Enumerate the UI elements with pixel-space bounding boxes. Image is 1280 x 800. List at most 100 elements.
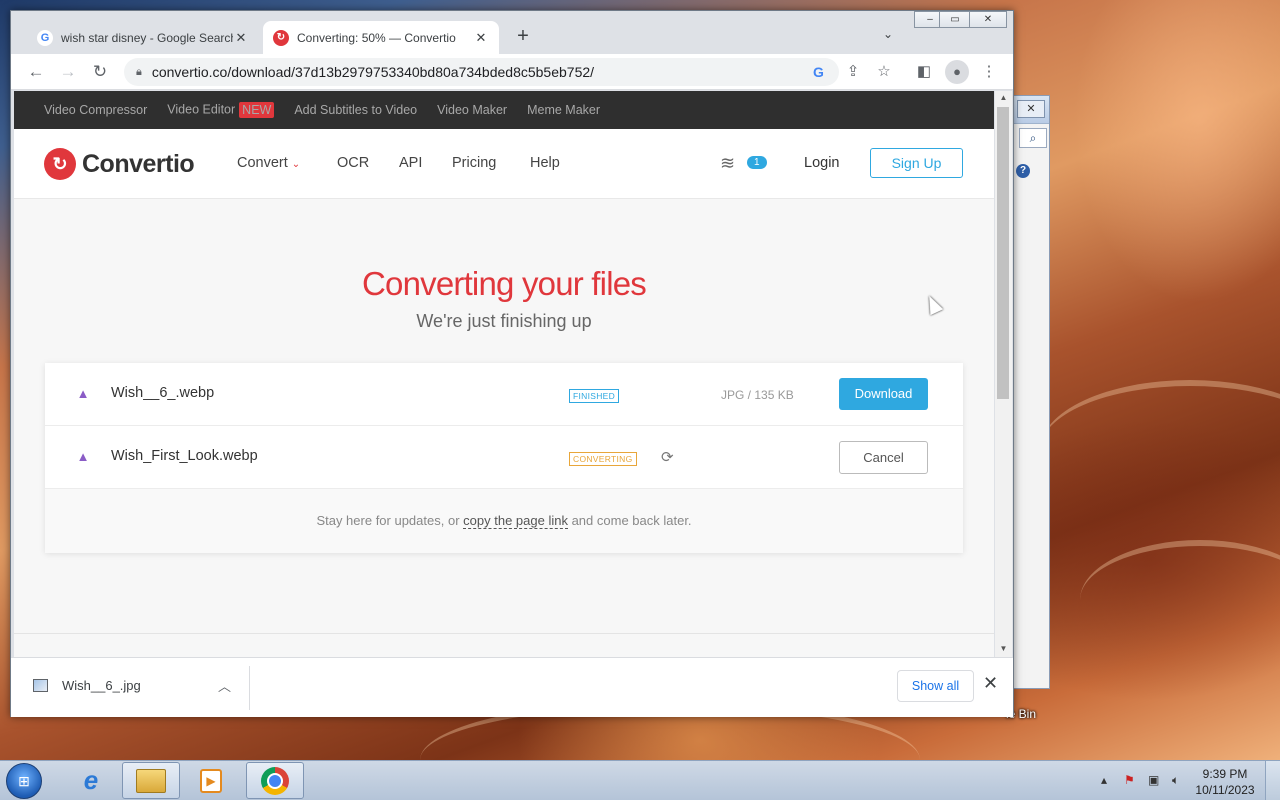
topbar-link-label: Video Editor xyxy=(167,102,236,117)
back-arrow-icon[interactable]: ← xyxy=(24,60,48,84)
volume-muted-icon[interactable]: 🔈︎ xyxy=(1172,773,1179,788)
layers-stack-icon[interactable]: ≋ xyxy=(720,153,735,174)
image-file-icon xyxy=(33,679,48,692)
nav-pricing[interactable]: Pricing xyxy=(452,155,496,171)
divider xyxy=(249,666,250,710)
section-divider xyxy=(14,633,994,634)
network-icon[interactable]: ▣ xyxy=(1148,773,1159,787)
image-file-icon: ▲ xyxy=(76,449,90,464)
new-badge: NEW xyxy=(239,102,275,118)
forward-arrow-icon[interactable]: → xyxy=(56,60,80,84)
copy-page-link[interactable]: copy the page link xyxy=(463,513,568,529)
wallpaper-rock-band xyxy=(1040,380,1280,520)
topbar-link-add-subtitles[interactable]: Add Subtitles to Video xyxy=(294,103,417,117)
stay-prefix: Stay here for updates, or xyxy=(316,513,460,528)
maximize-icon[interactable]: ▭ xyxy=(939,11,971,28)
download-button[interactable]: Download xyxy=(839,378,928,410)
tab-title: Converting: 50% — Convertio xyxy=(297,30,456,45)
stay-suffix: and come back later. xyxy=(571,513,692,528)
taskbar-chrome[interactable] xyxy=(246,762,304,799)
status-badge: CONVERTING xyxy=(569,452,637,466)
media-player-icon: ▶ xyxy=(200,768,222,793)
image-file-icon: ▲ xyxy=(76,386,90,401)
scroll-up-arrow-icon[interactable]: ▲ xyxy=(995,93,1012,102)
tools-topbar: Video Compressor Video Editor NEW Add Sub… xyxy=(14,91,994,129)
file-row: ▲ Wish__6_.webp FINISHED JPG / 135 KB Do… xyxy=(45,363,963,426)
nav-help[interactable]: Help xyxy=(530,155,560,171)
clock-time: 9:39 PM xyxy=(1202,767,1248,781)
stay-notice: Stay here for updates, or copy the page … xyxy=(45,489,963,553)
topbar-link-meme-maker[interactable]: Meme Maker xyxy=(527,103,600,117)
convertio-icon: ↻ xyxy=(273,29,289,46)
wallpaper-rock-band xyxy=(1080,540,1280,660)
nav-api[interactable]: API xyxy=(399,155,422,171)
file-name: Wish__6_.webp xyxy=(111,385,215,401)
system-clock[interactable]: 9:39 PM 10/11/2023 xyxy=(1192,766,1258,798)
cancel-button[interactable]: Cancel xyxy=(839,441,928,474)
show-desktop-button[interactable] xyxy=(1265,761,1280,800)
convertio-logo[interactable]: ↻ Convertio xyxy=(44,148,195,180)
address-bar[interactable]: 🔒︎ convertio.co/download/37d13b297975334… xyxy=(124,58,839,86)
download-shelf: Wish__6_.jpg ︿ Show all ✕ xyxy=(11,657,1013,717)
start-button[interactable]: ⊞ xyxy=(6,763,42,799)
topbar-link-video-editor[interactable]: Video Editor NEW xyxy=(167,102,275,118)
logo-text: Convertio xyxy=(82,149,195,178)
status-badge: FINISHED xyxy=(569,389,620,403)
chrome-icon xyxy=(261,766,289,795)
search-icon[interactable]: ⌕ xyxy=(1019,128,1047,148)
tab-convertio[interactable]: ↻ Converting: 50% — Convertio ✕ xyxy=(263,21,499,54)
share-icon[interactable]: ⇪ xyxy=(841,60,865,84)
browser-window: G wish star disney - Google Search ✕ ↻ C… xyxy=(10,10,1014,717)
download-file-name: Wish__6_.jpg xyxy=(62,678,141,693)
page-scrollbar[interactable]: ▲ ▼ xyxy=(995,91,1012,657)
tray-expand-icon[interactable]: ▴ xyxy=(1101,773,1107,787)
page-title: Converting your files xyxy=(361,265,647,302)
background-window[interactable]: ✕ ⌕ ? xyxy=(1012,95,1050,689)
profile-avatar-icon[interactable]: ● xyxy=(945,60,969,84)
new-tab-icon[interactable]: + xyxy=(511,25,535,48)
convertio-page: Video Compressor Video Editor NEW Add Sub… xyxy=(14,91,994,657)
taskbar-internet-explorer[interactable]: e xyxy=(62,762,120,799)
reload-icon[interactable]: ↻ xyxy=(88,60,112,84)
tab-title: wish star disney - Google Search xyxy=(61,30,233,45)
file-name: Wish_First_Look.webp xyxy=(111,448,258,464)
google-icon: G xyxy=(37,29,53,46)
nav-convert[interactable]: Convert ⌄ xyxy=(237,155,300,171)
show-all-button[interactable]: Show all xyxy=(897,670,974,702)
convertio-logo-icon: ↻ xyxy=(44,148,76,180)
tab-strip: G wish star disney - Google Search ✕ ↻ C… xyxy=(11,11,1013,54)
clock-date: 10/11/2023 xyxy=(1195,783,1255,797)
taskbar-file-explorer[interactable] xyxy=(122,762,180,799)
tab-search-chevron-icon[interactable]: ⌄ xyxy=(883,27,893,41)
side-panel-icon[interactable]: ◧ xyxy=(912,60,936,84)
url-text: convertio.co/download/37d13b2979753340bd… xyxy=(151,64,595,80)
download-item[interactable]: Wish__6_.jpg xyxy=(33,678,141,693)
menu-kebab-icon[interactable]: ⋮ xyxy=(977,60,1001,84)
tab-close-icon[interactable]: ✕ xyxy=(473,30,489,46)
bookmark-star-icon[interactable]: ☆ xyxy=(872,60,896,84)
login-link[interactable]: Login xyxy=(804,155,839,171)
window-close-icon[interactable]: ✕ xyxy=(969,11,1007,28)
sign-up-button[interactable]: Sign Up xyxy=(870,148,963,178)
page-subtitle: We're just finishing up xyxy=(416,311,592,331)
scrollbar-thumb[interactable] xyxy=(997,107,1009,399)
topbar-link-video-maker[interactable]: Video Maker xyxy=(437,103,507,117)
topbar-link-video-compressor[interactable]: Video Compressor xyxy=(44,103,147,117)
refresh-spinner-icon: ⟳ xyxy=(661,449,674,466)
tab-close-icon[interactable]: ✕ xyxy=(233,30,249,46)
tab-google-search[interactable]: G wish star disney - Google Search ✕ xyxy=(27,21,259,54)
queue-count-badge[interactable]: 1 xyxy=(747,156,767,169)
chevron-down-icon: ⌄ xyxy=(291,159,301,170)
scroll-down-arrow-icon[interactable]: ▼ xyxy=(995,644,1012,653)
lock-icon[interactable]: 🔒︎ xyxy=(136,66,142,79)
nav-ocr[interactable]: OCR xyxy=(337,155,369,171)
chevron-up-icon[interactable]: ︿ xyxy=(218,676,231,695)
background-window-close-icon[interactable]: ✕ xyxy=(1017,100,1045,118)
taskbar-media-player[interactable]: ▶ xyxy=(182,762,240,799)
close-icon[interactable]: ✕ xyxy=(983,673,998,694)
help-icon[interactable]: ? xyxy=(1016,164,1030,178)
taskbar: ⊞ e ▶ ▴ ⚑ ▣ 🔈︎ 9:39 PM 10/11/2023 xyxy=(0,760,1280,800)
google-lens-icon[interactable]: G xyxy=(813,64,824,80)
main-navigation: ↻ Convertio Convert ⌄ OCR API Pricing Hel… xyxy=(14,129,994,199)
action-center-flag-icon[interactable]: ⚑ xyxy=(1124,773,1135,787)
